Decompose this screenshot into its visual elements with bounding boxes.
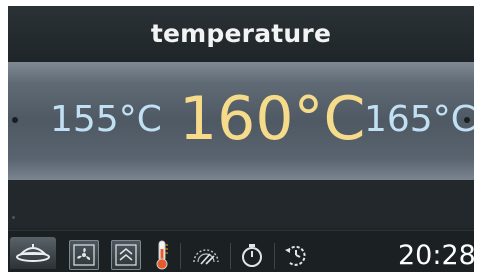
page-indicator-dot	[12, 216, 15, 219]
tray-button[interactable]	[10, 237, 56, 269]
tray-icon	[16, 244, 50, 262]
heating-mode-button[interactable]	[108, 239, 144, 271]
toolbar-divider	[180, 243, 181, 269]
footer-toolbar: 20:28	[8, 230, 474, 272]
temperature-button[interactable]	[144, 239, 180, 271]
program-button[interactable]	[278, 239, 314, 271]
thermometer-icon	[156, 240, 168, 270]
header-bar: temperature	[8, 6, 474, 61]
program-icon	[285, 245, 306, 266]
fan-icon	[73, 244, 95, 266]
toolbar-divider	[274, 243, 275, 269]
page-title: temperature	[150, 19, 332, 48]
timer-button[interactable]	[234, 239, 270, 271]
scroll-left-indicator	[12, 117, 18, 123]
scroll-right-indicator	[464, 117, 470, 123]
core-probe-icon	[193, 249, 219, 265]
toolbar-divider	[230, 243, 231, 269]
timer-icon	[242, 244, 262, 267]
core-probe-button[interactable]	[188, 239, 224, 271]
info-area	[8, 180, 474, 228]
heating-mode-icon	[115, 244, 137, 266]
fan-button[interactable]	[66, 239, 102, 271]
next-temperature-option[interactable]: 165°C	[364, 98, 474, 142]
temperature-selector[interactable]: 155°C 160°C 165°C	[8, 62, 474, 180]
selected-temperature[interactable]: 160°C	[179, 80, 365, 158]
clock: 20:28	[398, 240, 474, 271]
previous-temperature-option[interactable]: 155°C	[50, 98, 162, 142]
oven-display: temperature 155°C 160°C 165°C 20:28	[8, 6, 474, 272]
